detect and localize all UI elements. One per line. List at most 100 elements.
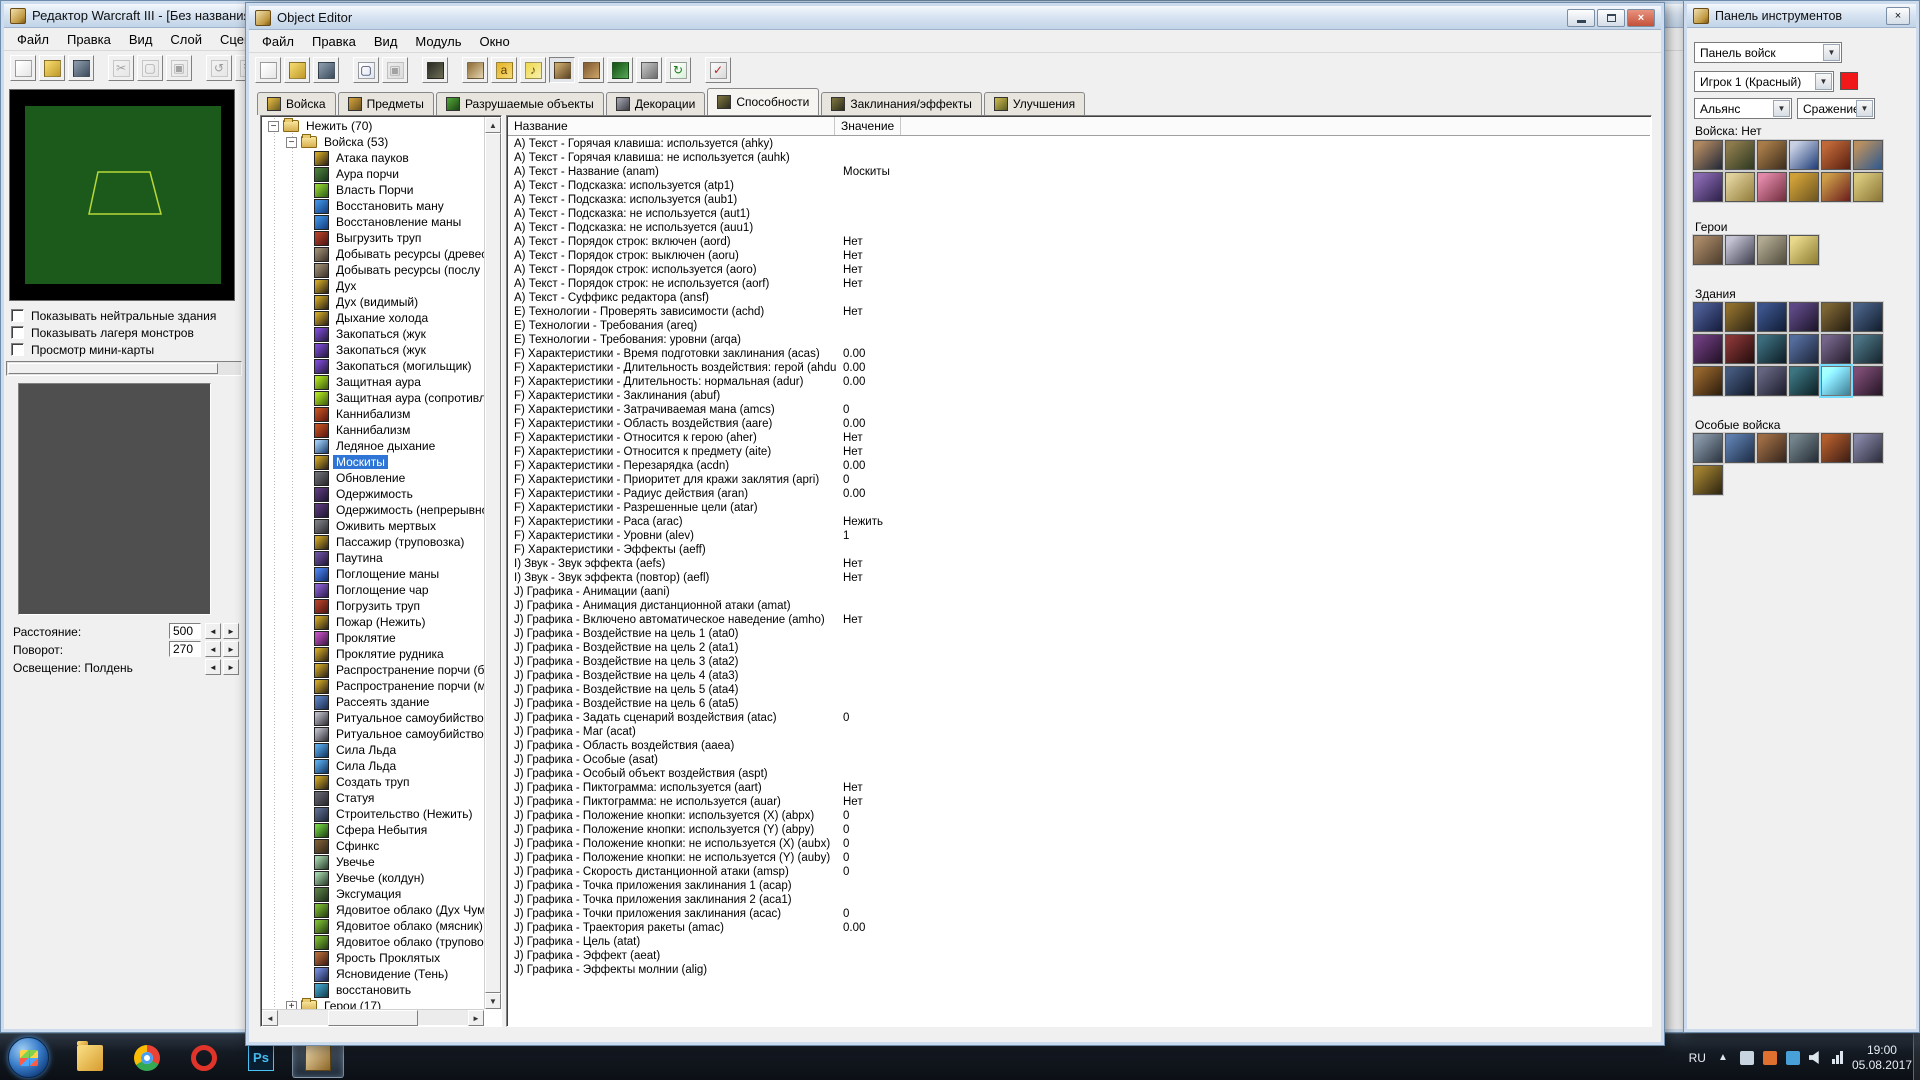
tree-item[interactable]: Сила Льда bbox=[262, 758, 484, 774]
property-row[interactable]: J) Графика - Воздействие на цель 3 (ata2… bbox=[508, 655, 1650, 669]
tree-item[interactable]: Москиты bbox=[262, 454, 484, 470]
tree-item[interactable]: Оживить мертвых bbox=[262, 518, 484, 534]
minimap-scrollbar[interactable] bbox=[6, 361, 242, 376]
tree-item[interactable]: Сфинкс bbox=[262, 838, 484, 854]
property-row[interactable]: F) Характеристики - Разрешенные цели (at… bbox=[508, 501, 1650, 515]
property-row[interactable]: J) Графика - Особый объект воздействия (… bbox=[508, 767, 1650, 781]
palette-icon[interactable] bbox=[1853, 302, 1883, 332]
tray-app-icon[interactable] bbox=[1763, 1051, 1777, 1065]
tree-item[interactable]: Проклятие bbox=[262, 630, 484, 646]
tree-item[interactable]: Сила Льда bbox=[262, 742, 484, 758]
open-file-button[interactable] bbox=[39, 55, 65, 81]
column-header-name[interactable]: Название bbox=[508, 117, 835, 135]
collapse-box[interactable]: − bbox=[286, 137, 297, 148]
property-row[interactable]: J) Графика - Анимации (aani) bbox=[508, 585, 1650, 599]
open-file-button[interactable] bbox=[284, 57, 310, 83]
property-row[interactable]: J) Графика - Точка приложения заклинания… bbox=[508, 893, 1650, 907]
palette-close-button[interactable]: × bbox=[1886, 7, 1910, 25]
scroll-left-icon[interactable]: ◄ bbox=[262, 1010, 278, 1026]
property-row[interactable]: I) Звук - Звук эффекта (aefs)Нет bbox=[508, 557, 1650, 571]
tray-app-icon[interactable] bbox=[1786, 1051, 1800, 1065]
expand-box[interactable]: + bbox=[286, 1001, 297, 1010]
palette-icon[interactable] bbox=[1821, 334, 1851, 364]
palette-icon[interactable] bbox=[1821, 172, 1851, 202]
menu-item-Вид[interactable]: Вид bbox=[365, 32, 407, 51]
new-document-button[interactable] bbox=[10, 55, 36, 81]
tree-item[interactable]: Погрузить труп bbox=[262, 598, 484, 614]
palette-icon[interactable] bbox=[1853, 172, 1883, 202]
palette-icon[interactable] bbox=[1853, 433, 1883, 463]
palette-icon[interactable] bbox=[1821, 366, 1851, 396]
tree-item[interactable]: Сфера Небытия bbox=[262, 822, 484, 838]
checkbox[interactable] bbox=[11, 326, 24, 339]
property-row[interactable]: A) Текст - Подсказка: не используется (a… bbox=[508, 221, 1650, 235]
property-row[interactable]: J) Графика - Пиктограмма: не используетс… bbox=[508, 795, 1650, 809]
property-row[interactable]: J) Графика - Эффекты молнии (alig) bbox=[508, 963, 1650, 977]
property-row[interactable]: A) Текст - Порядок строк: используется (… bbox=[508, 263, 1650, 277]
tree-item[interactable]: Поглощение маны bbox=[262, 566, 484, 582]
palette-icon[interactable] bbox=[1789, 235, 1819, 265]
show-desktop-button[interactable] bbox=[1913, 1034, 1920, 1080]
tree-item[interactable]: Восстановление маны bbox=[262, 214, 484, 230]
palette-icon[interactable] bbox=[1853, 366, 1883, 396]
tree-item[interactable]: Распространение порчи (ма bbox=[262, 678, 484, 694]
scroll-right-icon[interactable]: ► bbox=[468, 1010, 484, 1026]
object-manager-button[interactable] bbox=[636, 57, 662, 83]
scrollbar-thumb[interactable] bbox=[8, 363, 218, 374]
property-row[interactable]: F) Характеристики - Эффекты (aeff) bbox=[508, 543, 1650, 557]
tree-item[interactable]: Дух bbox=[262, 278, 484, 294]
palette-icon[interactable] bbox=[1789, 172, 1819, 202]
tree-item[interactable]: Каннибализм bbox=[262, 406, 484, 422]
property-row[interactable]: E) Технологии - Требования: уровни (arqa… bbox=[508, 333, 1650, 347]
tree-item[interactable]: Статуя bbox=[262, 790, 484, 806]
field-value[interactable]: 270 bbox=[169, 641, 201, 657]
tree-item[interactable]: Атака пауков bbox=[262, 150, 484, 166]
property-row[interactable]: J) Графика - Задать сценарий воздействия… bbox=[508, 711, 1650, 725]
property-row[interactable]: J) Графика - Анимация дистанционной атак… bbox=[508, 599, 1650, 613]
palette-icon[interactable] bbox=[1789, 302, 1819, 332]
palette-icon[interactable] bbox=[1725, 302, 1755, 332]
property-row[interactable]: F) Характеристики - Раса (arac)Нежить bbox=[508, 515, 1650, 529]
copy-button[interactable]: ▢ bbox=[353, 57, 379, 83]
tree-item[interactable]: Одержимость (непрерывно bbox=[262, 502, 484, 518]
palette-icon[interactable] bbox=[1789, 366, 1819, 396]
clock[interactable]: 19:00 05.08.2017 bbox=[1852, 1043, 1912, 1073]
palette-icon[interactable] bbox=[1693, 433, 1723, 463]
tree-item[interactable]: Строительство (Нежить) bbox=[262, 806, 484, 822]
test-map-button[interactable]: ✓ bbox=[705, 57, 731, 83]
tree-item[interactable]: Власть Порчи bbox=[262, 182, 484, 198]
field-value[interactable]: 500 bbox=[169, 623, 201, 639]
property-row[interactable]: J) Графика - Цель (atat) bbox=[508, 935, 1650, 949]
palette-icon[interactable] bbox=[1757, 302, 1787, 332]
property-row[interactable]: E) Технологии - Требования (areq) bbox=[508, 319, 1650, 333]
property-row[interactable]: F) Характеристики - Область воздействия … bbox=[508, 417, 1650, 431]
tree-item[interactable]: Восстановить ману bbox=[262, 198, 484, 214]
tree-item[interactable]: Ритуальное самоубийство bbox=[262, 726, 484, 742]
tree-item[interactable]: Закопаться (жук bbox=[262, 326, 484, 342]
property-row[interactable]: A) Текст - Порядок строк: включен (aord)… bbox=[508, 235, 1650, 249]
start-button[interactable] bbox=[8, 1037, 49, 1078]
palette-icon[interactable] bbox=[1821, 140, 1851, 170]
tab-Декорации[interactable]: Декорации bbox=[606, 92, 706, 115]
scroll-up-icon[interactable]: ▲ bbox=[485, 117, 501, 133]
tree-item[interactable]: Пожар (Нежить) bbox=[262, 614, 484, 630]
maximize-button[interactable] bbox=[1597, 9, 1625, 27]
property-row[interactable]: A) Текст - Подсказка: используется (aub1… bbox=[508, 193, 1650, 207]
property-row[interactable]: J) Графика - Маг (acat) bbox=[508, 725, 1650, 739]
property-row[interactable]: J) Графика - Воздействие на цель 1 (ata0… bbox=[508, 627, 1650, 641]
spin-right-icon[interactable]: ► bbox=[223, 641, 239, 657]
tree-item[interactable]: Увечье bbox=[262, 854, 484, 870]
spin-left-icon[interactable]: ◄ bbox=[205, 659, 221, 675]
property-row[interactable]: J) Графика - Область воздействия (aaea) bbox=[508, 739, 1650, 753]
hide-level-button[interactable] bbox=[422, 57, 448, 83]
palette-icon[interactable] bbox=[1693, 366, 1723, 396]
palette-icon[interactable] bbox=[1693, 334, 1723, 364]
property-row[interactable]: J) Графика - Положение кнопки: не исполь… bbox=[508, 837, 1650, 851]
taskbar-chrome[interactable] bbox=[121, 1037, 173, 1078]
sound-editor-button[interactable]: ♪ bbox=[520, 57, 546, 83]
tree-item[interactable]: Обновление bbox=[262, 470, 484, 486]
palette-icon[interactable] bbox=[1757, 172, 1787, 202]
palette-icon[interactable] bbox=[1693, 465, 1723, 495]
spin-right-icon[interactable]: ► bbox=[223, 659, 239, 675]
property-row[interactable]: J) Графика - Пиктограмма: используется (… bbox=[508, 781, 1650, 795]
